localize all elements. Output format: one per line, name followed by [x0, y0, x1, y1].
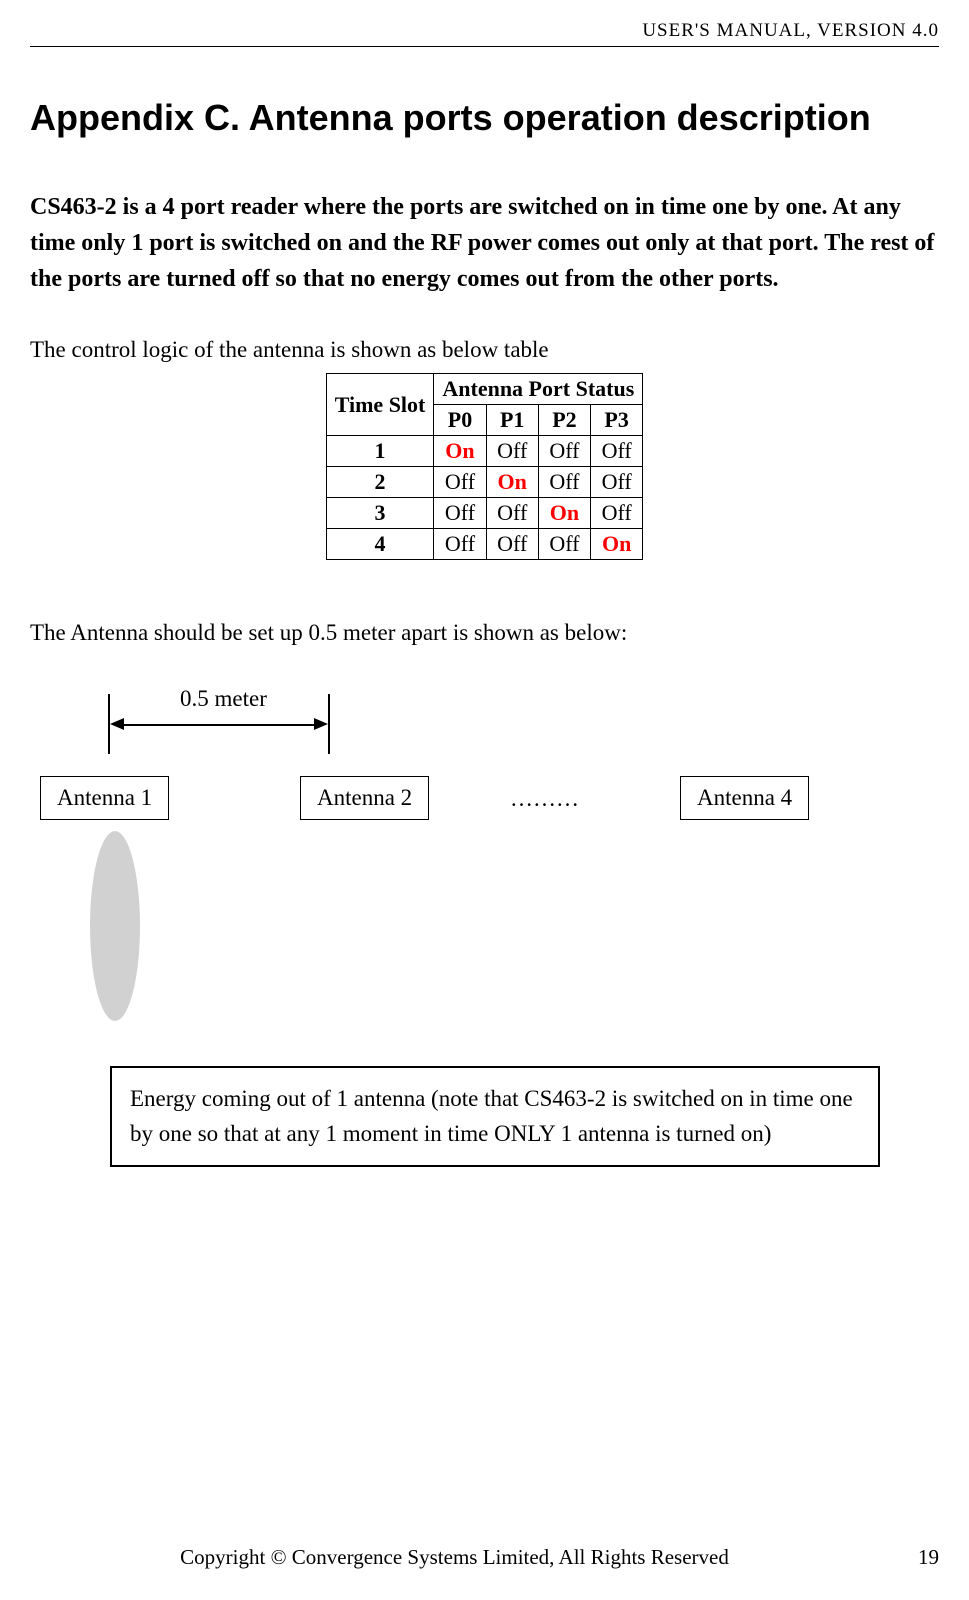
cell: Off — [591, 498, 643, 529]
cell: Off — [434, 498, 486, 529]
slot-4: 4 — [326, 529, 434, 560]
copyright-text: Copyright © Convergence Systems Limited,… — [30, 1545, 879, 1570]
energy-blob-icon — [90, 831, 140, 1021]
cell: Off — [538, 436, 590, 467]
port-p2-header: P2 — [538, 405, 590, 436]
cell: Off — [486, 436, 538, 467]
cell: Off — [486, 529, 538, 560]
cell: On — [486, 467, 538, 498]
dimension-line — [122, 724, 318, 726]
cell: Off — [434, 529, 486, 560]
port-p0-header: P0 — [434, 405, 486, 436]
port-p3-header: P3 — [591, 405, 643, 436]
dots-label: ……… — [510, 786, 579, 812]
table-row: 1 On Off Off Off — [326, 436, 643, 467]
antenna-diagram: 0.5 meter Antenna 1 Antenna 2 ……… Antenn… — [30, 686, 939, 1186]
page-footer: Copyright © Convergence Systems Limited,… — [30, 1545, 939, 1570]
antenna-2-box: Antenna 2 — [300, 776, 429, 820]
table-row: 3 Off Off On Off — [326, 498, 643, 529]
page-number: 19 — [879, 1545, 939, 1570]
energy-note-box: Energy coming out of 1 antenna (note tha… — [110, 1066, 880, 1167]
time-slot-header: Time Slot — [326, 374, 434, 436]
arrow-right-icon — [314, 718, 328, 730]
antenna-port-table: Time Slot Antenna Port Status P0 P1 P2 P… — [326, 373, 644, 560]
cell: Off — [434, 467, 486, 498]
table-row: 4 Off Off Off On — [326, 529, 643, 560]
cell: On — [434, 436, 486, 467]
antenna-4-box: Antenna 4 — [680, 776, 809, 820]
control-paragraph: The control logic of the antenna is show… — [30, 337, 939, 363]
page-header: USER'S MANUAL, VERSION 4.0 — [30, 20, 939, 47]
cell: Off — [591, 467, 643, 498]
port-status-header: Antenna Port Status — [434, 374, 643, 405]
intro-paragraph: CS463-2 is a 4 port reader where the por… — [30, 189, 939, 297]
cell: Off — [486, 498, 538, 529]
cell: On — [538, 498, 590, 529]
slot-2: 2 — [326, 467, 434, 498]
slot-1: 1 — [326, 436, 434, 467]
cell: Off — [538, 467, 590, 498]
cell: On — [591, 529, 643, 560]
appendix-title: Appendix C. Antenna ports operation desc… — [30, 97, 939, 139]
distance-label: 0.5 meter — [180, 686, 267, 712]
cell: Off — [591, 436, 643, 467]
cell: Off — [538, 529, 590, 560]
slot-3: 3 — [326, 498, 434, 529]
port-p1-header: P1 — [486, 405, 538, 436]
antenna-1-box: Antenna 1 — [40, 776, 169, 820]
setup-paragraph: The Antenna should be set up 0.5 meter a… — [30, 620, 939, 646]
dim-tick-right — [328, 694, 330, 754]
table-row: 2 Off On Off Off — [326, 467, 643, 498]
